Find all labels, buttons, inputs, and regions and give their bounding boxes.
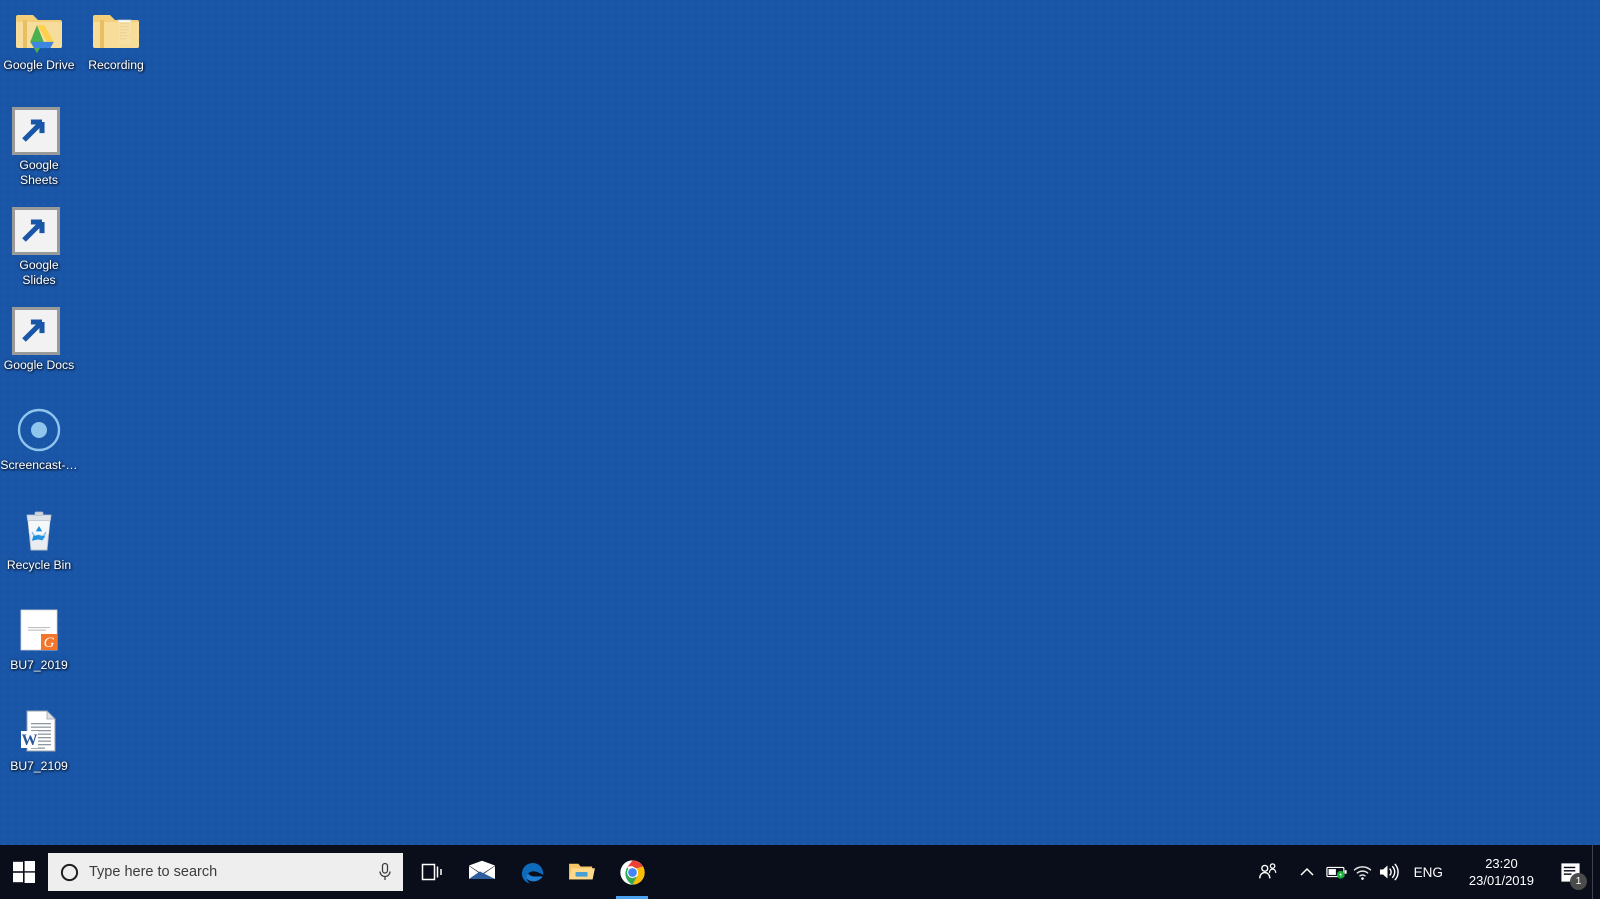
tray-volume-button[interactable] — [1376, 845, 1402, 899]
taskbar-button-file-explorer[interactable] — [557, 845, 607, 899]
desktop-icon-label: Recycle Bin — [6, 558, 72, 572]
svg-text:W: W — [22, 732, 38, 749]
cortana-circle-icon — [60, 863, 79, 881]
desktop-icon-google-docs[interactable]: Google Docs — [0, 306, 78, 373]
desktop-icon-label: Google Sheets — [19, 158, 58, 188]
tray-people-button[interactable] — [1246, 845, 1290, 899]
label-text: Google Slides — [19, 258, 59, 287]
taskbar: Type here to search ENG 23:20 23/01/2019… — [0, 845, 1600, 899]
desktop-icon-label: Recording — [88, 58, 144, 72]
desktop-icon-label: Google Docs — [3, 358, 75, 372]
tray-network-button[interactable] — [1350, 845, 1376, 899]
mail-icon — [469, 860, 495, 879]
desktop-icon-label: Google Slides — [19, 258, 58, 288]
desktop-icon-google-slides[interactable]: Google Slides — [0, 206, 78, 288]
tray-language-button[interactable]: ENG — [1402, 845, 1455, 899]
edge-icon — [521, 862, 543, 884]
shortcut-arrow-icon — [12, 207, 60, 255]
file-explorer-icon — [569, 863, 595, 880]
desktop-icon-label: BU7_2019 — [10, 658, 68, 672]
taskbar-button-task-view[interactable] — [407, 845, 457, 899]
search-placeholder: Type here to search — [89, 864, 218, 880]
document-orange-g-icon: G — [15, 606, 63, 654]
recycle-bin-icon — [15, 506, 63, 554]
taskbar-button-edge[interactable] — [507, 845, 557, 899]
chrome-icon — [619, 859, 645, 885]
taskbar-button-mail[interactable] — [457, 845, 507, 899]
taskbar-app-buttons — [407, 845, 657, 899]
microphone-icon[interactable] — [377, 862, 393, 882]
tray-action-center-button[interactable]: 1 — [1548, 845, 1592, 899]
notification-badge: 1 — [1570, 873, 1587, 890]
desktop-icon-grid: Google Drive Recording Google Sheets Goo… — [0, 0, 1600, 845]
desktop-icon-screencast[interactable]: Screencast-… — [0, 406, 78, 473]
start-button[interactable] — [0, 845, 48, 899]
label-text: Google Sheets — [19, 158, 59, 187]
wifi-icon — [1353, 865, 1372, 880]
task-view-icon — [421, 863, 442, 881]
tray-clock-time: 23:20 — [1485, 856, 1518, 871]
google-sheets-icon — [12, 106, 63, 155]
desktop-icon-recording[interactable]: Recording — [77, 6, 155, 73]
show-desktop-button[interactable] — [1592, 845, 1600, 899]
folder-recording-icon — [92, 6, 140, 54]
desktop-icon-label: Google Drive — [3, 58, 75, 72]
desktop-icon-google-sheets[interactable]: Google Sheets — [0, 106, 78, 188]
svg-text:G: G — [44, 635, 55, 651]
speaker-icon — [1379, 863, 1399, 881]
word-document-icon: W — [15, 707, 63, 755]
desktop-icon-bu7-2019[interactable]: G BU7_2019 — [0, 606, 78, 673]
chevron-up-icon — [1300, 867, 1314, 876]
taskbar-empty-area[interactable] — [657, 845, 1246, 899]
shortcut-arrow-icon — [12, 107, 60, 155]
desktop-icon-recycle-bin[interactable]: Recycle Bin — [0, 506, 78, 573]
desktop-icon-google-drive[interactable]: Google Drive — [0, 6, 78, 73]
tray-show-hidden-icons-button[interactable] — [1290, 845, 1324, 899]
desktop-icon-bu7-2109[interactable]: W BU7_2109 — [0, 707, 78, 774]
folder-google-drive-icon — [15, 6, 63, 54]
google-slides-icon — [12, 206, 63, 255]
screencast-record-icon — [15, 406, 63, 454]
system-tray: ENG 23:20 23/01/2019 1 — [1246, 845, 1600, 899]
taskbar-button-chrome[interactable] — [607, 845, 657, 899]
desktop-icon-label: BU7_2109 — [10, 759, 68, 773]
google-docs-icon — [12, 306, 63, 355]
tray-battery-button[interactable] — [1324, 845, 1350, 899]
desktop-icon-label: Screencast-… — [0, 458, 78, 472]
windows-logo-icon — [13, 861, 35, 883]
battery-charging-icon — [1325, 866, 1347, 879]
tray-clock[interactable]: 23:20 23/01/2019 — [1455, 845, 1548, 899]
desktop[interactable]: Google Drive Recording Google Sheets Goo… — [0, 0, 1600, 899]
tray-clock-date: 23/01/2019 — [1468, 873, 1534, 888]
search-input[interactable]: Type here to search — [48, 853, 403, 891]
shortcut-arrow-icon — [12, 307, 60, 355]
tray-language-label: ENG — [1413, 864, 1443, 880]
people-icon — [1258, 863, 1276, 879]
